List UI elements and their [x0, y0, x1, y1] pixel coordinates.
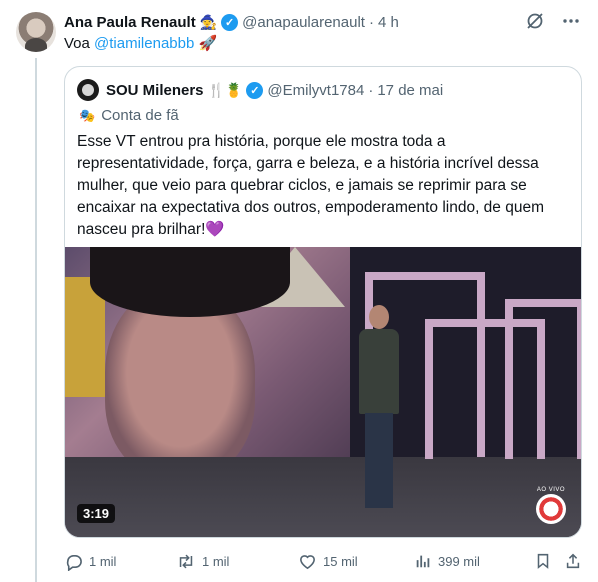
like-button[interactable]: 15 mil	[298, 552, 358, 571]
quote-date: 17 de mai	[377, 81, 444, 99]
repost-button[interactable]: 1 mil	[176, 552, 229, 571]
more-icon[interactable]	[560, 10, 582, 32]
action-bar: 1 mil 1 mil 15 mil 399 mil	[64, 548, 582, 574]
rocket-emoji: 🚀	[198, 35, 218, 52]
author-handle[interactable]: @anapaularenault	[242, 14, 365, 31]
grok-icon[interactable]	[524, 10, 546, 32]
quote-author-name[interactable]: SOU Mileners	[106, 82, 204, 99]
quote-header: SOU Mileners 🍴🍍 ✓ @Emilyvt1784 · 17 de m…	[77, 79, 443, 101]
video-player[interactable]: 3:19 AO VIVO	[65, 247, 581, 537]
reply-icon	[66, 554, 82, 571]
verified-icon: ✓	[246, 81, 264, 99]
separator-dot: ·	[368, 81, 374, 99]
post-header: Ana Paula Renault 🧙‍♀️ ✓ @anapaularenaul…	[64, 12, 399, 32]
repost-count: 1 mil	[202, 553, 230, 569]
author-avatar[interactable]	[16, 12, 56, 52]
video-arch	[505, 299, 581, 459]
like-icon	[300, 554, 315, 569]
views-icon	[416, 555, 430, 568]
quote-author-emojis: 🍴🍍	[207, 81, 243, 98]
post-text: Voa @tiamilenabbb 🚀	[64, 34, 217, 54]
video-duration: 3:19	[77, 504, 116, 523]
quote-body: Esse VT entrou pra história, porque ele …	[77, 133, 545, 238]
globo-logo-icon	[536, 494, 566, 524]
repost-icon	[179, 554, 193, 568]
author-emoji: 🧙‍♀️	[199, 13, 218, 30]
verified-icon: ✓	[221, 13, 239, 31]
share-icon	[566, 553, 580, 569]
author-name[interactable]: Ana Paula Renault	[64, 14, 196, 31]
post-text-prefix: Voa	[64, 35, 95, 52]
fan-account-text: Conta de fã	[101, 107, 179, 124]
quote-avatar[interactable]	[77, 79, 99, 101]
bookmark-icon	[537, 553, 549, 569]
video-presenter	[355, 305, 403, 515]
views-button[interactable]: 399 mil	[414, 552, 480, 570]
like-count: 15 mil	[323, 553, 358, 569]
broadcaster-logo: AO VIVO	[533, 487, 569, 524]
video-frame-floor	[65, 457, 581, 537]
live-label: AO VIVO	[536, 487, 566, 493]
post-time[interactable]: 4 h	[378, 14, 399, 31]
reply-button[interactable]: 1 mil	[64, 552, 116, 571]
post-top-actions	[524, 10, 582, 32]
fan-mask-icon: 🎭	[79, 107, 96, 123]
reply-count: 1 mil	[89, 553, 117, 569]
quoted-post[interactable]: SOU Mileners 🍴🍍 ✓ @Emilyvt1784 · 17 de m…	[64, 66, 582, 538]
mention-link[interactable]: @tiamilenabbb	[94, 35, 194, 52]
bookmark-button[interactable]	[534, 552, 552, 570]
share-button[interactable]	[564, 552, 582, 570]
views-count: 399 mil	[438, 553, 480, 569]
quote-handle: @Emilyvt1784	[267, 81, 365, 99]
thread-line	[35, 58, 37, 582]
fan-account-label: 🎭 Conta de fã	[79, 107, 179, 124]
separator-dot: ·	[368, 13, 374, 31]
